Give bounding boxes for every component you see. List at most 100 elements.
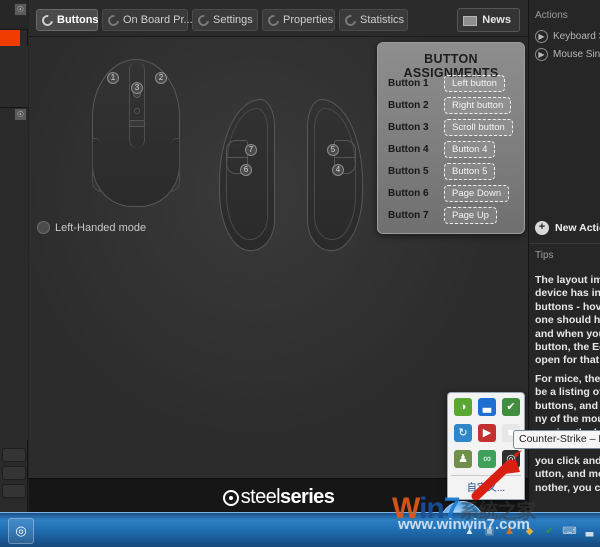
assignment-value-button-2[interactable]: Right button	[444, 97, 511, 114]
new-action-button[interactable]: + New Actio	[535, 218, 600, 238]
brand-suffix: series	[280, 486, 334, 508]
tab-icon	[40, 13, 55, 28]
assignment-value-button-6[interactable]: Page Down	[444, 185, 509, 202]
antivirus-shield-icon[interactable]: ✔	[502, 398, 520, 416]
chevron-right-icon: ▶	[535, 48, 548, 61]
left-rail: ☉ ☉	[0, 0, 28, 512]
tray-help-icon[interactable]: ?	[441, 523, 458, 540]
taskbar-tray: ? ▲ ▣ ♟ ◆ ✔ ⌨ ▃	[441, 519, 598, 543]
mouse-button-split	[129, 62, 145, 148]
button-badge-6[interactable]: 6	[240, 164, 252, 176]
news-icon	[463, 16, 477, 26]
tab-icon	[266, 13, 281, 28]
assignment-label: Button 6	[388, 188, 440, 199]
assignment-value-button-5[interactable]: Button 5	[444, 163, 495, 180]
button-assignments-panel: BUTTON ASSIGNMENTS Button 1 Left button …	[377, 42, 525, 234]
action-label: Mouse Sin	[553, 49, 600, 60]
tips-paragraph-3: you click and utton, and mo nother, you …	[535, 455, 600, 495]
pin-icon-top[interactable]: ☉	[14, 3, 27, 16]
assignment-label: Button 1	[388, 78, 440, 89]
mouse-left-side-view: 7 6	[219, 99, 275, 251]
tray-chevron-icon[interactable]: ▲	[461, 523, 478, 540]
assignment-label: Button 7	[388, 210, 440, 221]
logo-bar	[129, 120, 145, 127]
assignment-value-button-7[interactable]: Page Up	[444, 207, 497, 224]
assignment-row: Button 5 Button 5	[388, 163, 516, 184]
button-badge-5[interactable]: 5	[327, 144, 339, 156]
left-handed-mode-toggle[interactable]: Left-Handed mode	[37, 221, 146, 235]
grip-right	[170, 138, 180, 192]
mouse-right-side-view: 5 4	[307, 99, 363, 251]
tray-folder-icon[interactable]: ◆	[521, 523, 538, 540]
assignment-row: Button 6 Page Down	[388, 185, 516, 206]
tab-bar: Buttons On Board Pr... Settings Properti…	[29, 0, 528, 37]
tab-icon	[343, 13, 358, 28]
windows-taskbar: ◎ ? ▲ ▣ ♟ ◆ ✔ ⌨ ▃	[0, 512, 600, 547]
assignment-row: Button 3 Scroll button	[388, 119, 516, 140]
steelseries-mark-icon	[223, 490, 239, 506]
dpi-indicator	[134, 108, 140, 114]
rail-button-one[interactable]	[2, 448, 26, 462]
rail-segment-body	[0, 108, 28, 440]
assignment-label: Button 2	[388, 100, 440, 111]
tab-buttons[interactable]: Buttons	[36, 9, 98, 31]
assignment-value-button-4[interactable]: Button 4	[444, 141, 495, 158]
tab-icon	[106, 13, 121, 28]
left-handed-mode-label: Left-Handed mode	[55, 222, 146, 234]
tips-paragraph-1: The layout imag device has inter buttons…	[535, 274, 600, 368]
button-badge-3[interactable]: 3	[131, 82, 143, 94]
assignment-row: Button 2 Right button	[388, 97, 516, 118]
tab-label: Properties	[283, 14, 333, 26]
action-item-keyboard[interactable]: ▶ Keyboard S	[535, 29, 600, 45]
tab-label: Statistics	[360, 14, 404, 26]
button-badge-2[interactable]: 2	[155, 72, 167, 84]
steelseries-taskbar-item[interactable]: ◎	[8, 518, 34, 544]
red-arrow-annotation	[470, 440, 532, 500]
tray-monitor-icon[interactable]: ▣	[481, 523, 498, 540]
tab-icon	[196, 13, 211, 28]
assignment-row: Button 1 Left button	[388, 75, 516, 96]
assignment-row: Button 4 Button 4	[388, 141, 516, 162]
nvidia-tray-icon[interactable]: ◑	[454, 398, 472, 416]
new-action-label: New Actio	[555, 222, 600, 234]
tab-properties[interactable]: Properties	[262, 9, 335, 31]
assignment-value-button-1[interactable]: Left button	[444, 75, 505, 92]
tray-volume-icon[interactable]: ▃	[581, 523, 598, 540]
tab-label: Settings	[213, 14, 253, 26]
brand-prefix: steel	[241, 486, 280, 508]
grip-left	[92, 138, 102, 192]
actions-header: Actions	[535, 10, 568, 21]
tab-settings[interactable]: Settings	[192, 9, 258, 31]
button-badge-7[interactable]: 7	[245, 144, 257, 156]
tray-app-icon[interactable]: ♟	[501, 523, 518, 540]
tray-shield-icon[interactable]: ✔	[541, 523, 558, 540]
assignment-label: Button 5	[388, 166, 440, 177]
rail-accent-bar	[0, 30, 20, 46]
network-signal-icon[interactable]: ▃	[478, 398, 496, 416]
action-item-mouse[interactable]: ▶ Mouse Sin	[535, 47, 600, 63]
rail-button-two[interactable]	[2, 466, 26, 480]
tips-header: Tips	[535, 250, 554, 261]
pin-icon-mid[interactable]: ☉	[14, 108, 27, 121]
chevron-right-icon: ▶	[535, 30, 548, 43]
tab-label: On Board Pr...	[123, 14, 193, 26]
plus-icon: +	[535, 221, 549, 235]
assignment-row: Button 7 Page Up	[388, 207, 516, 228]
rail-segment-mid	[0, 46, 28, 108]
assignment-label: Button 3	[388, 122, 440, 133]
tab-on-board-profiles[interactable]: On Board Pr...	[102, 9, 188, 31]
tab-statistics[interactable]: Statistics	[339, 9, 408, 31]
action-label: Keyboard S	[553, 31, 600, 42]
assignment-value-button-3[interactable]: Scroll button	[444, 119, 513, 136]
mouse-top-view: 1 3 2	[92, 59, 180, 207]
tray-input-icon[interactable]: ⌨	[561, 523, 578, 540]
toggle-knob-icon	[37, 221, 50, 234]
news-button[interactable]: News	[457, 8, 520, 32]
rail-button-three[interactable]	[2, 484, 26, 498]
sidebar-divider	[529, 243, 600, 244]
assignment-label: Button 4	[388, 144, 440, 155]
tab-label: Buttons	[57, 14, 99, 26]
news-label: News	[482, 14, 511, 26]
button-badge-1[interactable]: 1	[107, 72, 119, 84]
button-badge-4[interactable]: 4	[332, 164, 344, 176]
